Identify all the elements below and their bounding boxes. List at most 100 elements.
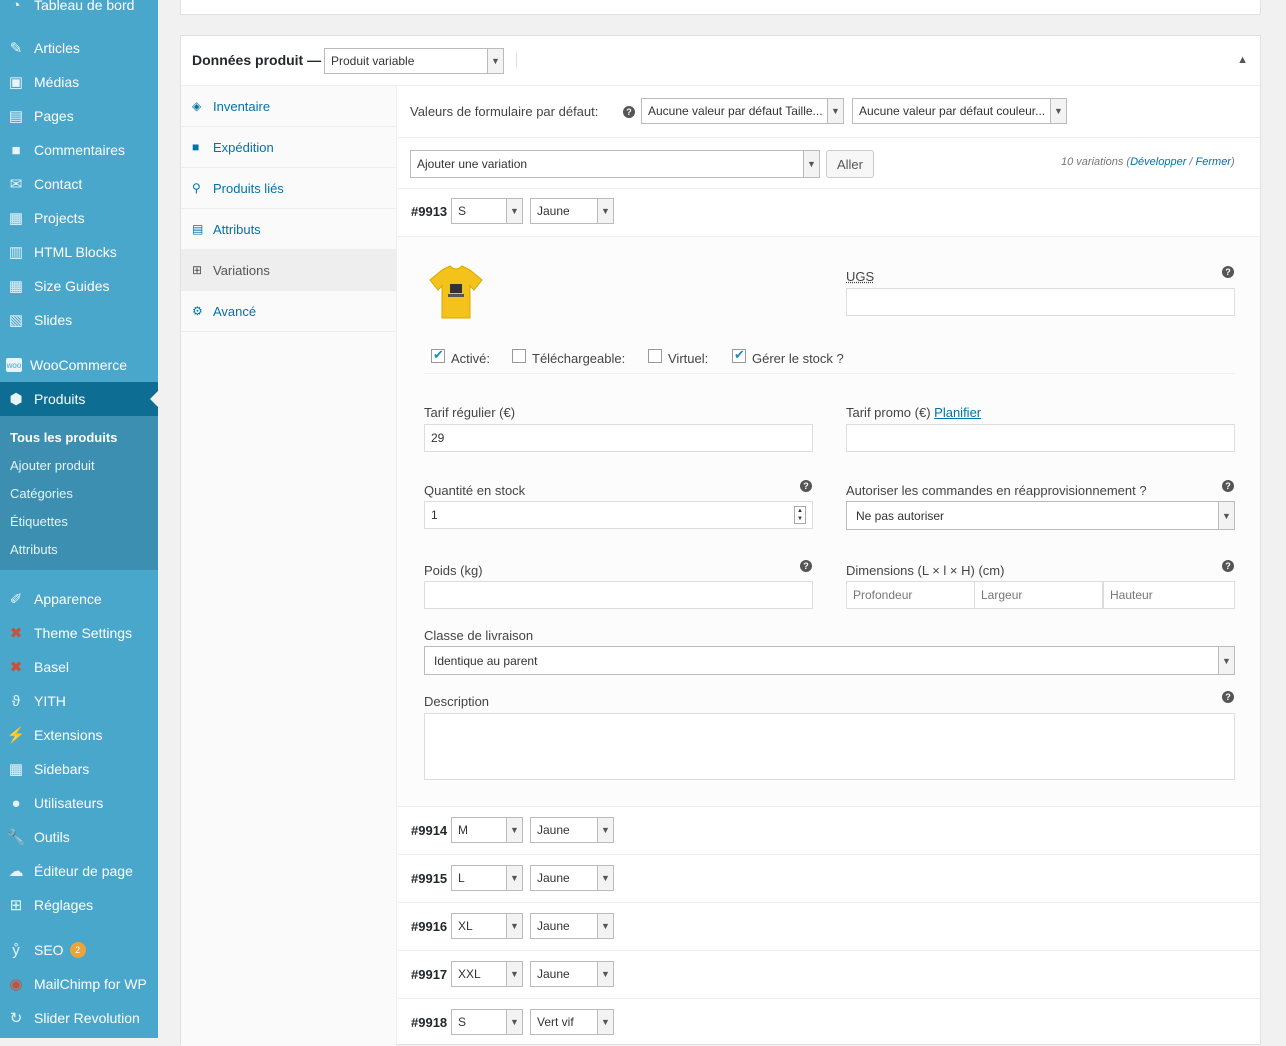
expand-all-link[interactable]: Développer [1130,156,1186,168]
variation-color-value: Vert vif [537,1015,574,1029]
menu-item-dashboard[interactable]: ◔ Tableau de bord [0,0,158,22]
menu-item-medias[interactable]: ▣ Médias [0,65,158,99]
menu-item-basel[interactable]: ✖ Basel [0,650,158,684]
virtual-checkbox[interactable] [648,349,662,363]
enabled-checkbox[interactable] [431,347,445,363]
menu-label: Apparence [34,591,102,607]
submenu-add-product[interactable]: Ajouter produit [10,458,95,473]
variation-size-select[interactable]: XL ▼ [451,913,523,939]
tab-inventory[interactable]: ◈ Inventaire [181,86,397,127]
go-button[interactable]: Aller [826,150,874,178]
help-icon[interactable]: ? [1222,266,1234,278]
menu-item-users[interactable]: ● Utilisateurs [0,786,158,820]
menu-item-seo[interactable]: ẙ SEO 2 [0,933,158,967]
menu-item-woocommerce[interactable]: woo WooCommerce [0,348,158,382]
variation-size-select[interactable]: S ▼ [451,1009,523,1035]
chevron-down-icon: ▼ [487,49,503,73]
submenu-all-products[interactable]: Tous les produits [10,430,117,445]
variation-color-select[interactable]: Vert vif ▼ [530,1009,614,1035]
help-icon[interactable]: ? [1222,691,1234,703]
menu-item-page-editor[interactable]: ☁ Éditeur de page [0,854,158,888]
menu-item-extensions[interactable]: ⚡ Extensions [0,718,158,752]
product-data-title: Données produit — [192,52,322,68]
menu-item-theme-settings[interactable]: ✖ Theme Settings [0,616,158,650]
tab-linked-products[interactable]: ⚲ Produits liés [181,168,397,209]
variation-color-select[interactable]: Jaune ▼ [530,913,614,939]
menu-item-sidebars[interactable]: ▦ Sidebars [0,752,158,786]
menu-item-slider-revolution[interactable]: ↻ Slider Revolution [0,1001,158,1035]
weight-input[interactable] [424,581,813,609]
height-input[interactable]: Hauteur [1103,581,1235,609]
menu-item-apparence[interactable]: ✐ Apparence [0,582,158,616]
chevron-down-icon: ▼ [597,1010,613,1034]
help-icon[interactable]: ? [623,106,635,118]
variation-image[interactable] [428,264,484,322]
variation-size-select[interactable]: L ▼ [451,865,523,891]
menu-item-yith[interactable]: ϑ YITH [0,684,158,718]
product-type-select[interactable]: Produit variable ▼ [324,48,504,74]
menu-item-size-guides[interactable]: ▦ Size Guides [0,269,158,303]
shipping-class-select[interactable]: Identique au parent ▼ [424,646,1235,675]
menu-item-produits[interactable]: ⬢ Produits [0,382,158,416]
stepper-icon[interactable]: ▲ ▼ [794,506,806,524]
default-color-value: Aucune valeur par défaut couleur... [859,104,1046,118]
menu-item-comments[interactable]: ■ Commentaires [0,133,158,167]
sku-input[interactable] [846,288,1235,316]
variation-color-select[interactable]: Jaune ▼ [530,817,614,843]
tab-shipping[interactable]: ■ Expédition [181,127,397,168]
manage-stock-checkbox[interactable] [732,347,746,363]
sale-price-input[interactable] [846,424,1235,452]
variation-size-select[interactable]: M ▼ [451,817,523,843]
menu-item-slides[interactable]: ▧ Slides [0,303,158,337]
header-divider [516,52,517,68]
variation-color-select[interactable]: Jaune ▼ [530,198,614,224]
basel-icon: ✖ [9,659,23,676]
variation-color-select[interactable]: Jaune ▼ [530,961,614,987]
help-icon[interactable]: ? [1222,560,1234,572]
width-input[interactable]: Largeur [974,581,1103,609]
help-icon[interactable]: ? [800,480,812,492]
yith-icon: ϑ [11,692,21,710]
tab-attributes[interactable]: ▤ Attributs [181,209,397,250]
variation-color-select[interactable]: Jaune ▼ [530,865,614,891]
submenu-attributes[interactable]: Attributs [10,542,58,557]
submenu-categories[interactable]: Catégories [10,486,73,501]
shipping-class-label: Classe de livraison [424,628,534,643]
menu-item-mailchimp[interactable]: ◉ MailChimp for WP [0,967,158,1001]
menu-item-html-blocks[interactable]: ▥ HTML Blocks [0,235,158,269]
row-divider [398,137,1260,138]
tab-advanced[interactable]: ⚙ Avancé [181,291,397,332]
collapse-toggle-icon[interactable]: ▲ [1237,54,1248,66]
help-icon[interactable]: ? [1222,480,1234,492]
menu-item-projects[interactable]: ▦ Projects [0,201,158,235]
length-input[interactable]: Profondeur [846,581,975,609]
variation-size-select[interactable]: S ▼ [451,198,523,224]
menu-item-pages[interactable]: ▤ Pages [0,99,158,133]
tag-icon: ◈ [192,99,202,113]
help-icon[interactable]: ? [800,560,812,572]
downloadable-checkbox[interactable] [512,349,526,363]
variation-size-value: L [458,871,465,885]
tab-variations[interactable]: ⊞ Variations [181,250,397,291]
tab-label: Variations [213,262,270,278]
menu-label: Size Guides [34,278,110,294]
default-size-select[interactable]: Aucune valeur par défaut Taille... ▼ [641,98,844,124]
chevron-down-icon: ▼ [597,866,613,890]
description-textarea[interactable] [424,713,1235,780]
regular-price-input[interactable]: 29 [424,424,813,452]
menu-label: Éditeur de page [34,863,133,879]
schedule-link[interactable]: Planifier [934,405,981,420]
close-all-link[interactable]: Fermer [1196,156,1231,168]
variation-size-select[interactable]: XXL ▼ [451,961,523,987]
default-color-select[interactable]: Aucune valeur par défaut couleur... ▼ [852,98,1067,124]
menu-item-settings[interactable]: ⊞ Réglages [0,888,158,922]
stock-qty-input[interactable]: 1 ▲ ▼ [424,501,813,529]
menu-item-articles[interactable]: ✎ Articles [0,31,158,65]
variation-color-value: Jaune [537,871,570,885]
submenu-tags[interactable]: Étiquettes [10,514,68,529]
row-divider [398,950,1260,951]
backorders-select[interactable]: Ne pas autoriser ▼ [846,501,1235,530]
menu-item-contact[interactable]: ✉ Contact [0,167,158,201]
add-variation-select[interactable]: Ajouter une variation ▼ [410,150,820,178]
menu-item-tools[interactable]: 🔧 Outils [0,820,158,854]
